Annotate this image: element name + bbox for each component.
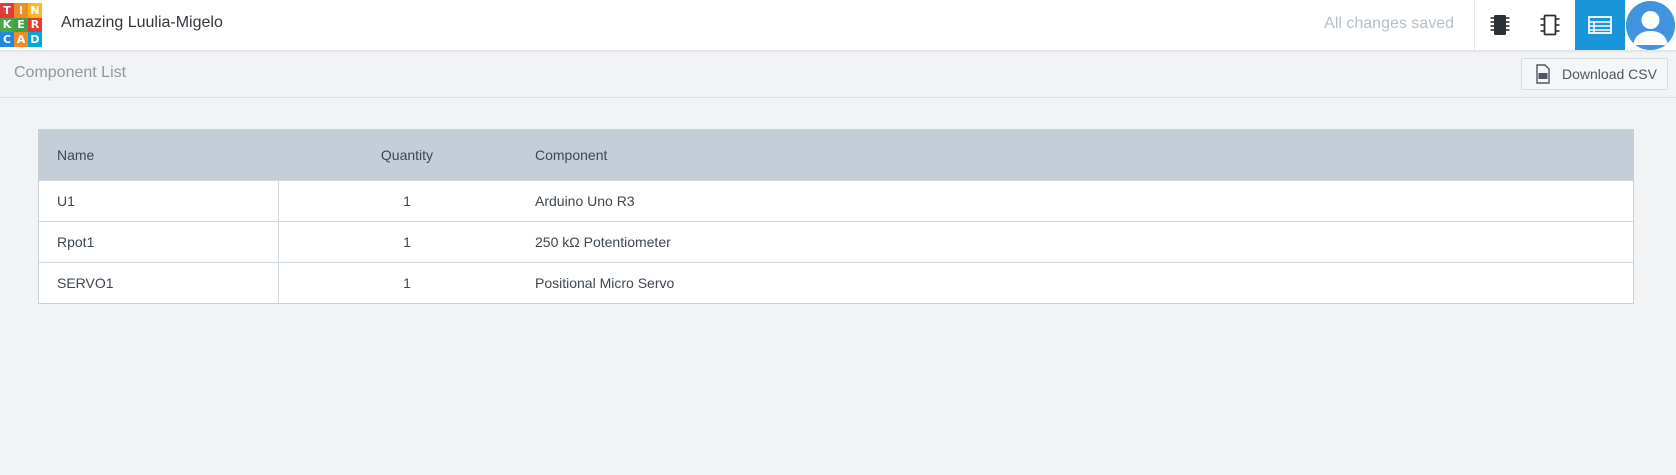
logo-letter: T — [0, 3, 14, 18]
save-status: All changes saved — [1324, 15, 1454, 32]
cell-quantity: 1 — [403, 275, 411, 291]
components-view-button[interactable] — [1475, 0, 1525, 50]
tinkercad-logo[interactable]: T I N K E R C A D — [0, 3, 42, 47]
table-row[interactable]: Rpot1 1 250 kΩ Potentiometer — [39, 221, 1633, 262]
cell-name: U1 — [39, 181, 279, 221]
download-csv-label: Download CSV — [1562, 66, 1657, 82]
table-header: Name Quantity Component — [39, 130, 1633, 180]
cell-quantity: 1 — [403, 234, 411, 250]
logo-letter: A — [14, 32, 28, 47]
top-bar: T I N K E R C A D Amazing Luulia-Migelo … — [0, 0, 1676, 51]
cell-component: 250 kΩ Potentiometer — [535, 234, 671, 250]
schematic-view-button[interactable] — [1525, 0, 1575, 50]
cell-name: SERVO1 — [39, 263, 279, 303]
ic-outline-icon — [1540, 14, 1560, 36]
csv-file-icon — [1535, 64, 1551, 84]
column-header-component[interactable]: Component — [535, 147, 1633, 163]
logo-letter: C — [0, 32, 14, 47]
column-header-quantity[interactable]: Quantity — [279, 147, 535, 163]
logo-letter: I — [14, 3, 28, 18]
logo-letter: E — [14, 17, 28, 33]
cell-quantity: 1 — [403, 193, 411, 209]
chip-icon — [1490, 15, 1510, 35]
component-table: Name Quantity Component U1 1 Arduino Uno… — [38, 129, 1634, 304]
user-icon — [1626, 1, 1675, 50]
column-header-name[interactable]: Name — [39, 130, 279, 180]
list-table-icon — [1588, 16, 1612, 34]
section-title: Component List — [14, 64, 127, 81]
cell-name: Rpot1 — [39, 222, 279, 262]
subheader: Component List Download CSV — [0, 51, 1676, 98]
logo-letter: D — [28, 32, 42, 47]
logo-letter: K — [0, 17, 14, 33]
logo-letter: R — [28, 17, 42, 33]
cell-component: Arduino Uno R3 — [535, 193, 635, 209]
cell-component: Positional Micro Servo — [535, 275, 675, 291]
user-avatar[interactable] — [1626, 1, 1675, 50]
download-csv-button[interactable]: Download CSV — [1521, 58, 1668, 90]
project-title[interactable]: Amazing Luulia-Migelo — [61, 14, 223, 32]
table-row[interactable]: U1 1 Arduino Uno R3 — [39, 180, 1633, 221]
logo-letter: N — [28, 3, 42, 18]
component-list-button[interactable] — [1575, 0, 1625, 50]
table-row[interactable]: SERVO1 1 Positional Micro Servo — [39, 262, 1633, 303]
